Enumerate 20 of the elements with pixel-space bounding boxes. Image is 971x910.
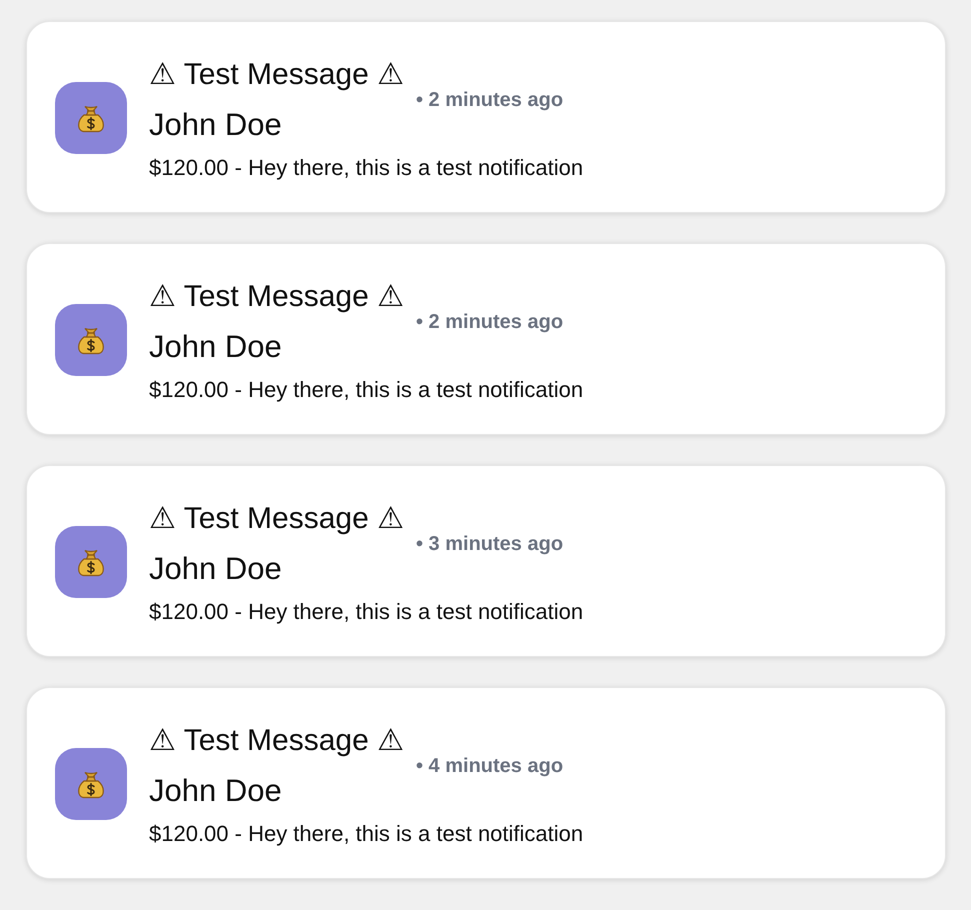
notification-title: ⚠ Test Message ⚠ [149, 279, 404, 315]
timestamp: • 2 minutes ago [416, 88, 564, 112]
sender-name: John Doe [149, 773, 283, 809]
money-bag-icon [55, 304, 127, 376]
sender-name: John Doe [149, 551, 283, 587]
notification-message: $120.00 - Hey there, this is a test notification [149, 376, 584, 404]
notification-title: ⚠ Test Message ⚠ [149, 57, 404, 93]
sender-name: John Doe [149, 329, 283, 365]
money-bag-icon [55, 748, 127, 820]
notification-title: ⚠ Test Message ⚠ [149, 501, 404, 537]
timestamp: • 3 minutes ago [416, 532, 564, 556]
money-bag-icon [55, 526, 127, 598]
notification-message: $120.00 - Hey there, this is a test notification [149, 154, 584, 182]
timestamp: • 2 minutes ago [416, 310, 564, 334]
notification-message: $120.00 - Hey there, this is a test notification [149, 598, 584, 626]
money-bag-icon [55, 82, 127, 154]
sender-name: John Doe [149, 107, 283, 143]
notification-title: ⚠ Test Message ⚠ [149, 723, 404, 759]
notification-message: $120.00 - Hey there, this is a test notification [149, 820, 584, 848]
timestamp: • 4 minutes ago [416, 754, 564, 778]
